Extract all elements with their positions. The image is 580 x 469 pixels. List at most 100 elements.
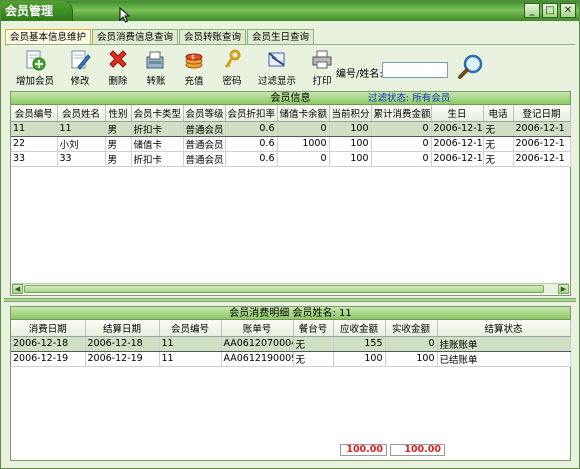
cell[interactable]: 0 bbox=[371, 136, 432, 152]
col-received[interactable]: 实收金额 bbox=[385, 320, 438, 337]
cell[interactable]: 储值卡 bbox=[131, 136, 184, 152]
table-row[interactable]: 33 33 男 折扣卡 普通会员 0.6 0 100 0 2006-12-1 无… bbox=[11, 151, 571, 167]
cell[interactable]: 1000 bbox=[277, 136, 330, 152]
col-gender[interactable]: 性别 bbox=[105, 105, 132, 122]
cell[interactable]: 挂账账单 bbox=[437, 335, 571, 352]
cell[interactable]: 普通会员 bbox=[183, 151, 226, 167]
col-table-no[interactable]: 餐台号 bbox=[293, 320, 334, 337]
splitter[interactable] bbox=[4, 298, 576, 302]
cell[interactable]: 0 bbox=[385, 335, 438, 352]
cell[interactable]: 男 bbox=[105, 120, 132, 137]
cell[interactable]: 2006-12-18 bbox=[85, 335, 160, 352]
cell[interactable]: 折扣卡 bbox=[131, 120, 184, 137]
col-card-balance[interactable]: 储值卡余额 bbox=[277, 105, 330, 122]
edit-icon bbox=[71, 50, 91, 70]
col-card-type[interactable]: 会员卡类型 bbox=[131, 105, 184, 122]
table-row[interactable]: 2006-12-18 2006-12-18 11 AA0612070004 无 … bbox=[11, 335, 571, 352]
cell[interactable]: 折扣卡 bbox=[131, 151, 184, 167]
cell[interactable]: 2006-12-1 bbox=[431, 136, 484, 152]
close-button[interactable]: ✕ bbox=[560, 3, 576, 18]
col-phone[interactable]: 电话 bbox=[483, 105, 514, 122]
col-member-id[interactable]: 会员编号 bbox=[11, 105, 58, 122]
cell[interactable]: 11 bbox=[57, 120, 106, 137]
col-receivable[interactable]: 应收金额 bbox=[333, 320, 386, 337]
member-horizontal-scrollbar[interactable]: ◀ ▶ bbox=[12, 283, 569, 294]
cell[interactable]: 2006-12-19 bbox=[11, 351, 86, 367]
cell[interactable]: 155 bbox=[333, 335, 386, 352]
cell[interactable]: 2006-12-1 bbox=[431, 151, 484, 167]
col-discount-rate[interactable]: 会员折扣率 bbox=[225, 105, 278, 122]
cell[interactable]: 2006-12-18 bbox=[11, 335, 86, 352]
cell[interactable]: 100 bbox=[333, 351, 386, 367]
cell[interactable]: 2006-12-1 bbox=[513, 120, 571, 137]
title-bar[interactable]: 会员管理 _ □ ✕ bbox=[1, 1, 579, 23]
cell[interactable]: 33 bbox=[57, 151, 106, 167]
col-total-spent[interactable]: 累计消费金额 bbox=[371, 105, 432, 122]
search-input[interactable] bbox=[382, 62, 448, 78]
cell[interactable]: 男 bbox=[105, 151, 132, 167]
maximize-button[interactable]: □ bbox=[542, 3, 558, 18]
tab-birthday-query[interactable]: 会员生日查询 bbox=[247, 29, 315, 45]
cell[interactable]: 已结账单 bbox=[437, 351, 571, 367]
scroll-right-icon[interactable]: ▶ bbox=[558, 284, 569, 294]
consumption-table: 消费日期 结算日期 会员编号 账单号 餐台号 应收金额 实收金额 结算状态 20… bbox=[11, 320, 571, 367]
cell[interactable]: 100 bbox=[329, 120, 372, 137]
tab-consumption-query[interactable]: 会员消费信息查询 bbox=[92, 29, 179, 45]
add-member-button[interactable]: 增加会员 bbox=[9, 49, 61, 89]
table-row[interactable]: 22 小刘 男 储值卡 普通会员 0.6 1000 100 0 2006-12-… bbox=[11, 136, 571, 152]
cell[interactable]: 100 bbox=[329, 151, 372, 167]
search-icon[interactable] bbox=[457, 53, 485, 81]
edit-button[interactable]: 修改 bbox=[61, 49, 99, 89]
col-member-name[interactable]: 会员姓名 bbox=[57, 105, 106, 122]
cell[interactable]: 无 bbox=[293, 351, 334, 367]
cell[interactable]: 普通会员 bbox=[183, 136, 226, 152]
col-settle-date[interactable]: 结算日期 bbox=[85, 320, 160, 337]
cell[interactable]: 普通会员 bbox=[183, 120, 226, 137]
col-member-id[interactable]: 会员编号 bbox=[159, 320, 222, 337]
cell[interactable]: 11 bbox=[159, 351, 222, 367]
cell[interactable]: 100 bbox=[385, 351, 438, 367]
cell[interactable]: 11 bbox=[11, 120, 58, 137]
cell[interactable]: 0.6 bbox=[225, 151, 278, 167]
table-row[interactable]: 11 11 男 折扣卡 普通会员 0.6 0 100 0 2006-12-1 无… bbox=[11, 120, 571, 137]
col-consume-date[interactable]: 消费日期 bbox=[11, 320, 86, 337]
col-bill-no[interactable]: 账单号 bbox=[221, 320, 294, 337]
scroll-thumb[interactable] bbox=[24, 285, 544, 293]
col-points[interactable]: 当前积分 bbox=[329, 105, 372, 122]
cell[interactable]: 0 bbox=[277, 151, 330, 167]
cell[interactable]: AA0612070004 bbox=[221, 335, 294, 352]
delete-button[interactable]: 删除 bbox=[99, 49, 137, 89]
col-birthday[interactable]: 生日 bbox=[431, 105, 484, 122]
cell[interactable]: 无 bbox=[483, 151, 514, 167]
cell[interactable]: 无 bbox=[483, 136, 514, 152]
cell[interactable]: 小刘 bbox=[57, 136, 106, 152]
cell[interactable]: 0 bbox=[371, 151, 432, 167]
cell[interactable]: 0 bbox=[277, 120, 330, 137]
tab-transfer-query[interactable]: 会员转账查询 bbox=[179, 29, 247, 45]
cell[interactable]: 100 bbox=[329, 136, 372, 152]
cell[interactable]: 2006-12-19 bbox=[85, 351, 160, 367]
table-row[interactable]: 2006-12-19 2006-12-19 11 AA0612190009 无 … bbox=[11, 351, 571, 367]
cell[interactable]: AA0612190009 bbox=[221, 351, 294, 367]
col-settle-status[interactable]: 结算状态 bbox=[437, 320, 571, 337]
cell[interactable]: 11 bbox=[159, 335, 222, 352]
cell[interactable]: 0.6 bbox=[225, 136, 278, 152]
cell[interactable]: 无 bbox=[293, 335, 334, 352]
cell[interactable]: 0.6 bbox=[225, 120, 278, 137]
cell[interactable]: 22 bbox=[11, 136, 58, 152]
password-button[interactable]: 密码 bbox=[213, 49, 251, 89]
cell[interactable]: 男 bbox=[105, 136, 132, 152]
col-member-level[interactable]: 会员等级 bbox=[183, 105, 226, 122]
recharge-button[interactable]: $ 充值 bbox=[175, 49, 213, 89]
minimize-button[interactable]: _ bbox=[524, 3, 540, 18]
col-register-date[interactable]: 登记日期 bbox=[513, 105, 571, 122]
cell[interactable]: 2006-12-1 bbox=[513, 136, 571, 152]
cell[interactable]: 无 bbox=[483, 120, 514, 137]
transfer-button[interactable]: 转账 bbox=[137, 49, 175, 89]
scroll-left-icon[interactable]: ◀ bbox=[12, 284, 23, 294]
cell[interactable]: 2006-12-1 bbox=[431, 120, 484, 137]
cell[interactable]: 33 bbox=[11, 151, 58, 167]
filter-button[interactable]: 过滤显示 bbox=[251, 49, 303, 89]
cell[interactable]: 0 bbox=[371, 120, 432, 137]
cell[interactable]: 2006-12-1 bbox=[513, 151, 571, 167]
